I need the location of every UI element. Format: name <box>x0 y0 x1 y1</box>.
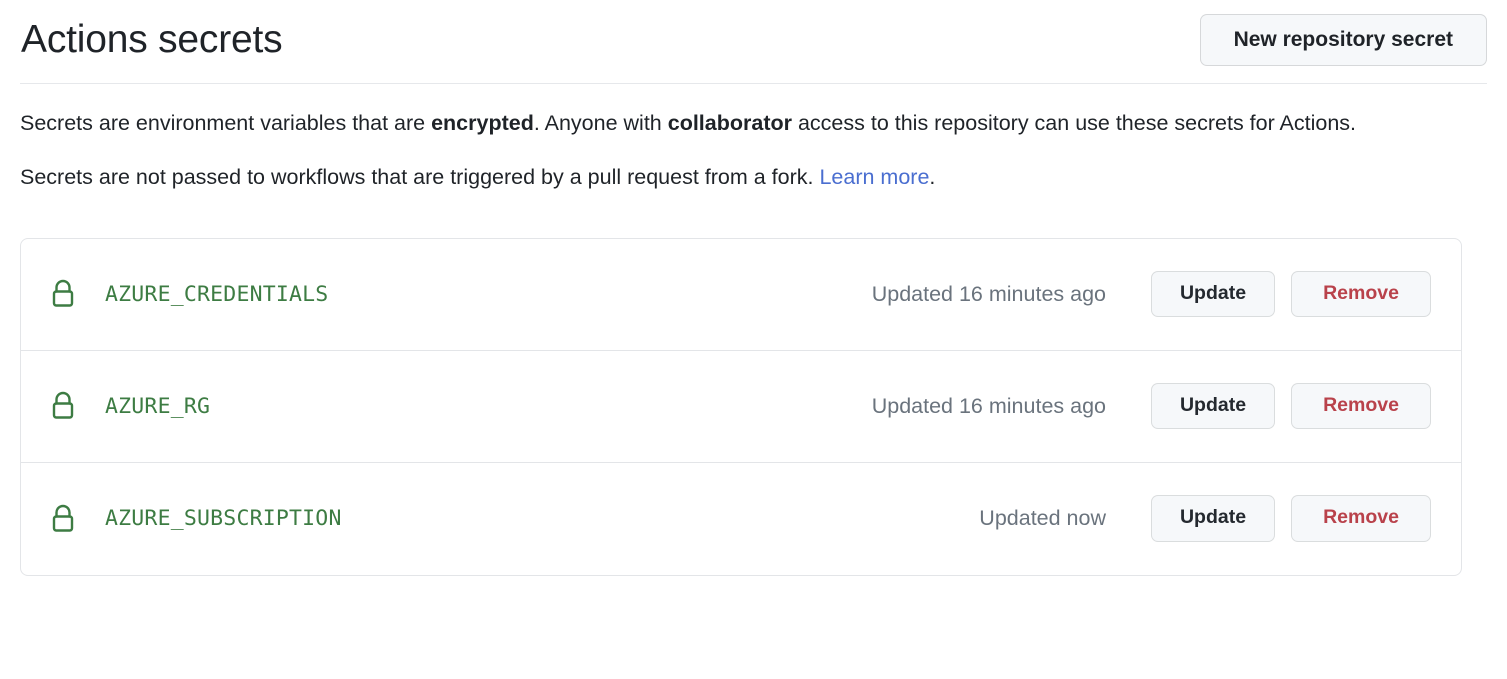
remove-secret-button[interactable]: Remove <box>1291 270 1431 318</box>
fork-note-paragraph: Secrets are not passed to workflows that… <box>20 140 1410 194</box>
secrets-list: AZURE_CREDENTIALS Updated 16 minutes ago… <box>20 237 1462 576</box>
table-row: AZURE_RG Updated 16 minutes ago Update R… <box>21 351 1461 463</box>
desc-text-2: . Anyone with <box>533 111 668 136</box>
update-secret-button[interactable]: Update <box>1151 495 1275 542</box>
remove-secret-button[interactable]: Remove <box>1291 382 1431 430</box>
table-row: AZURE_SUBSCRIPTION Updated now Update Re… <box>21 463 1461 575</box>
update-secret-button[interactable]: Update <box>1151 270 1275 318</box>
secret-updated-time: Updated now <box>979 506 1106 531</box>
remove-secret-button[interactable]: Remove <box>1291 495 1431 542</box>
desc-bold-collaborator: collaborator <box>667 111 792 136</box>
desc-text-3: access to this repository can use these … <box>791 111 1357 136</box>
secret-name: AZURE_RG <box>105 393 211 419</box>
update-secret-button[interactable]: Update <box>1151 382 1275 430</box>
secret-name: AZURE_CREDENTIALS <box>105 281 329 307</box>
page-header: Actions secrets New repository secret <box>20 0 1487 85</box>
table-row: AZURE_CREDENTIALS Updated 16 minutes ago… <box>21 239 1461 351</box>
secret-name: AZURE_SUBSCRIPTION <box>105 506 342 532</box>
lock-icon <box>48 277 78 311</box>
actions-secrets-page: Actions secrets New repository secret Se… <box>0 0 1507 679</box>
secrets-description-paragraph: Secrets are environment variables that a… <box>20 84 1410 140</box>
page-title: Actions secrets <box>21 17 283 61</box>
lock-icon <box>48 389 78 423</box>
secret-updated-time: Updated 16 minutes ago <box>871 281 1106 306</box>
secret-updated-time: Updated 16 minutes ago <box>871 393 1106 418</box>
desc-text-1: Secrets are environment variables that a… <box>20 111 432 136</box>
desc-bold-encrypted: encrypted <box>431 111 534 136</box>
learn-more-link[interactable]: Learn more <box>819 165 929 189</box>
fork-note-period: . <box>929 164 936 189</box>
new-repository-secret-button[interactable]: New repository secret <box>1199 14 1487 67</box>
fork-note-text: Secrets are not passed to workflows that… <box>20 164 820 189</box>
lock-icon <box>48 502 78 536</box>
